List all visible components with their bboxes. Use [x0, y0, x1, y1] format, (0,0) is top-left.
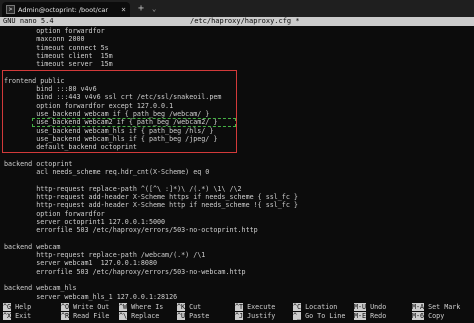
chevron-down-icon[interactable]: ⌄: [152, 5, 156, 13]
shortcut-redo[interactable]: M-E Redo: [354, 312, 386, 320]
shortcut-justify[interactable]: ^J Justify: [235, 312, 275, 320]
code-line: errorfile 503 /etc/haproxy/errors/503-no…: [4, 226, 258, 235]
code-line: timeout connect 5s: [4, 43, 109, 52]
shortcut-read-file[interactable]: ^R Read File: [61, 312, 109, 320]
editor-area[interactable]: option forwardfor maxconn 2000 timeout c…: [4, 27, 470, 301]
shortcut-undo[interactable]: M-U Undo: [354, 303, 386, 311]
shortcut-write-out[interactable]: ^O Write Out: [61, 303, 109, 311]
code-line: server octoprint1 127.0.0.1:5000: [4, 217, 166, 226]
frontend-annotation-box: [2, 70, 237, 153]
window-titlebar: > Admin@octoprint: /boot/car × + ⌄: [0, 0, 474, 17]
code-line: http-request replace-path ^([^\ :]*)\ /(…: [4, 184, 242, 193]
code-line: backend webcam_hls: [4, 284, 77, 293]
code-line: errorfile 503 /etc/haproxy/errors/503-no…: [4, 267, 246, 276]
code-line: option forwardfor: [4, 209, 105, 218]
webcam2-highlight-box: [32, 118, 236, 127]
code-line: acl needs_scheme req.hdr_cnt(X-Scheme) e…: [4, 168, 210, 177]
shortcut-copy[interactable]: M-6 Copy: [412, 312, 444, 320]
terminal-icon: >: [6, 5, 15, 14]
shortcut-replace[interactable]: ^\ Replace: [119, 312, 159, 320]
nano-version: GNU nano 5.4: [3, 17, 54, 25]
shortcut-go-to-line[interactable]: ^_ Go To Line: [293, 312, 345, 320]
shortcut-bar: ^G Help ^X Exit ^O Write Out ^R Read Fil…: [0, 302, 474, 323]
shortcut-help[interactable]: ^G Help: [3, 303, 31, 311]
code-line: server webcam1 127.0.0.1:8080: [4, 259, 157, 268]
shortcut-exit[interactable]: ^X Exit: [3, 312, 31, 320]
tab-title: Admin@octoprint: /boot/car: [18, 5, 109, 14]
code-line: http-request add-header X-Scheme http if…: [4, 201, 298, 210]
close-icon[interactable]: ×: [121, 5, 126, 14]
code-line: timeout server 15m: [4, 60, 113, 69]
code-line: maxconn 2000: [4, 35, 85, 44]
new-tab-button[interactable]: +: [138, 3, 144, 14]
code-line: http-request replace-path /webcam/(.*) /…: [4, 251, 206, 260]
shortcut-paste[interactable]: ^U Paste: [177, 312, 209, 320]
code-line: server webcam_hls_1 127.0.0.1:28126: [4, 292, 178, 301]
code-line: backend octoprint: [4, 159, 73, 168]
code-line: http-request add-header X-Scheme https i…: [4, 192, 298, 201]
nano-header: GNU nano 5.4 /etc/haproxy/haproxy.cfg *: [0, 17, 474, 26]
shortcut-execute[interactable]: ^T Execute: [235, 303, 275, 311]
code-line: option forwardfor: [4, 27, 105, 35]
shortcut-location[interactable]: ^C Location: [293, 303, 337, 311]
shortcut-set-mark[interactable]: M-A Set Mark: [412, 303, 460, 311]
code-line: backend webcam: [4, 242, 61, 251]
terminal-tab[interactable]: > Admin@octoprint: /boot/car ×: [2, 2, 130, 17]
code-line: timeout client 15m: [4, 51, 113, 60]
shortcut-where-is[interactable]: ^W Where Is: [119, 303, 163, 311]
file-name: /etc/haproxy/haproxy.cfg *: [190, 17, 300, 25]
shortcut-cut[interactable]: ^K Cut: [177, 303, 201, 311]
